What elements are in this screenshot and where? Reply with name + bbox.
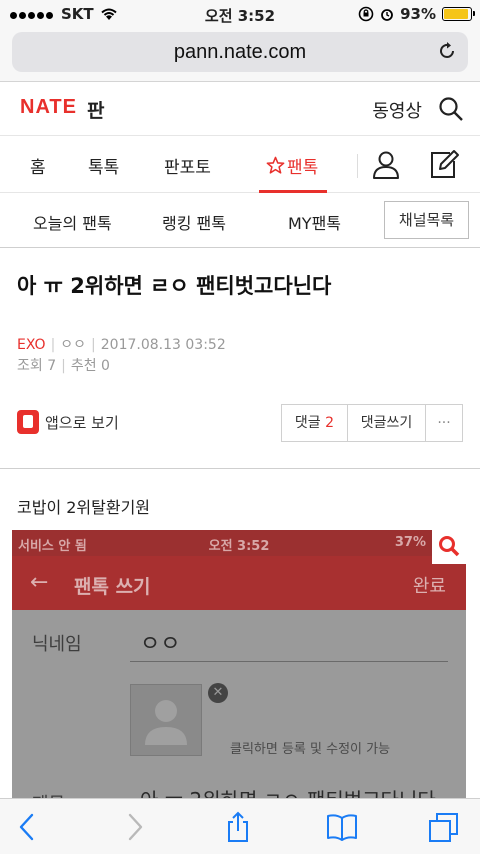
comments-button[interactable]: 댓글 2	[282, 405, 348, 441]
image-zoom-button[interactable]	[432, 530, 466, 564]
open-in-app-label: 앱으로 보기	[45, 413, 119, 432]
image-field-underline	[130, 661, 448, 662]
image-photo-placeholder	[130, 684, 202, 756]
post-actions: 댓글 2 댓글쓰기 ···	[281, 404, 463, 442]
status-bar: SKT 오전 3:52 93%	[0, 0, 480, 28]
image-nav-bar: ← 팬톡 쓰기 완료	[12, 556, 466, 610]
main-tabs: 홈 톡톡 판포토 팬톡	[0, 136, 480, 193]
post-category[interactable]: EXO	[17, 337, 46, 353]
back-icon[interactable]	[12, 811, 44, 843]
post-body-text: 코밥이 2위탈환기원	[17, 498, 151, 517]
image-upload-hint: 클릭하면 등록 및 수정이 가능	[230, 742, 391, 757]
recommend-count: 추천 0	[70, 358, 110, 374]
tab-home[interactable]: 홈	[30, 153, 46, 178]
comments-label: 댓글	[294, 415, 321, 431]
tab-divider	[357, 154, 358, 178]
browser-toolbar	[0, 798, 480, 854]
nate-logo[interactable]: NATE	[20, 96, 77, 119]
post-image[interactable]: 서비스 안 됨 오전 3:52 37% ← 팬톡 쓰기 완료 닉네임 ㅇㅇ ✕ …	[12, 530, 466, 800]
person-placeholder-icon	[145, 700, 187, 745]
pann-app-icon	[17, 410, 39, 434]
alarm-icon	[381, 9, 393, 21]
image-remove-photo-icon: ✕	[208, 683, 228, 703]
url-field[interactable]: pann.nate.com	[12, 32, 468, 72]
star-icon	[266, 156, 285, 174]
forward-icon[interactable]	[118, 811, 150, 843]
tabs-icon[interactable]	[428, 811, 460, 843]
view-count: 조회 7	[17, 358, 57, 374]
more-options-button[interactable]: ···	[426, 405, 462, 441]
browser-address-bar: pann.nate.com	[0, 28, 480, 82]
subtab-today-fantalk[interactable]: 오늘의 팬톡	[33, 210, 112, 234]
section-divider	[0, 468, 480, 469]
write-comment-button[interactable]: 댓글쓰기	[348, 405, 426, 441]
image-nickname-label: 닉네임	[32, 634, 82, 655]
meta-divider: |	[50, 337, 56, 353]
image-nickname-value: ㅇㅇ	[140, 632, 181, 657]
open-in-app-link[interactable]: 앱으로 보기	[17, 410, 119, 434]
more-icon: ···	[437, 415, 451, 431]
pann-logo-text[interactable]: 판	[87, 96, 104, 123]
post-meta: EXO | ㅇㅇ | 2017.08.13 03:52	[17, 334, 226, 354]
image-status-battery: 37%	[394, 535, 426, 550]
post-title: 아 ㅠ 2위하면 ㄹㅇ 팬티벗고다닌다	[17, 274, 332, 298]
user-icon[interactable]	[372, 150, 400, 180]
tab-toktok[interactable]: 톡톡	[88, 153, 119, 178]
site-header: NATE 판 동영상	[0, 82, 480, 136]
write-post-icon[interactable]	[428, 149, 460, 181]
subtab-my-fantalk[interactable]: MY팬톡	[288, 210, 341, 234]
meta-divider: |	[61, 358, 66, 374]
battery-icon	[442, 7, 475, 21]
bookmarks-icon[interactable]	[326, 811, 358, 843]
image-nav-done: 완료	[412, 576, 446, 597]
image-nav-title: 팬톡 쓰기	[74, 576, 151, 598]
tab-fantalk[interactable]: 팬톡	[266, 153, 318, 178]
meta-divider: |	[91, 337, 96, 353]
comments-count: 2	[325, 415, 335, 431]
post-stats: 조회 7 | 추천 0	[17, 355, 110, 375]
sub-tabs: 오늘의 팬톡 랭킹 팬톡 MY팬톡 채널목록	[0, 193, 480, 248]
channel-list-button[interactable]: 채널목록	[384, 201, 469, 239]
share-icon[interactable]	[222, 811, 254, 843]
url-text: pann.nate.com	[173, 41, 307, 63]
search-icon[interactable]	[438, 96, 464, 122]
post-author: ㅇㅇ	[60, 337, 87, 353]
image-back-arrow-icon: ←	[30, 570, 49, 595]
zoom-icon	[439, 536, 460, 557]
orientation-lock-icon	[358, 6, 374, 22]
post-date: 2017.08.13 03:52	[100, 337, 226, 353]
reload-icon[interactable]	[436, 40, 458, 62]
tab-fantalk-label: 팬톡	[287, 158, 319, 178]
tab-pannphoto[interactable]: 판포토	[164, 153, 211, 178]
battery-percent: 93%	[400, 5, 436, 23]
subtab-ranking-fantalk[interactable]: 랭킹 팬톡	[162, 210, 226, 234]
video-link[interactable]: 동영상	[372, 97, 422, 123]
image-status-bar: 서비스 안 됨 오전 3:52 37%	[12, 530, 466, 556]
